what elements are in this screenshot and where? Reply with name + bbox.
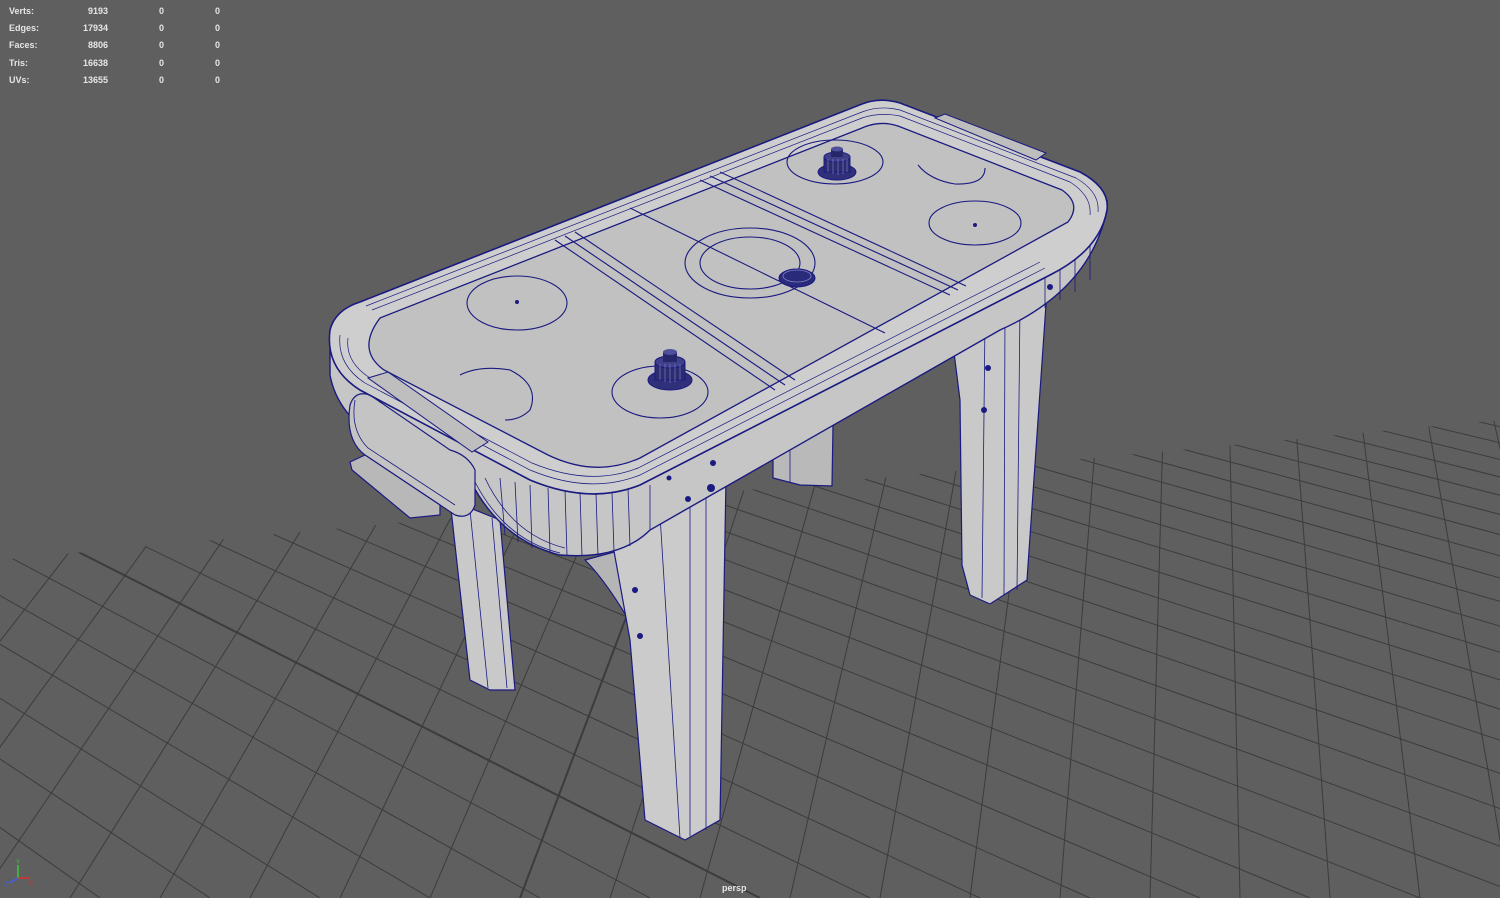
hud-label: Edges: xyxy=(9,23,40,34)
hud-row: Tris: 16638 0 0 xyxy=(9,55,220,72)
hud-row: UVs: 13655 0 0 xyxy=(9,72,220,89)
hud-value: 13655 xyxy=(82,74,108,85)
hud-value: 9193 xyxy=(87,6,108,16)
hud-row: Faces: 8806 0 0 xyxy=(9,37,220,54)
hud-value: 8806 xyxy=(87,40,108,51)
hud-row: Verts: 9193 0 0 xyxy=(9,3,220,20)
hud-label: UVs: xyxy=(9,74,30,85)
puck-icon xyxy=(778,268,816,288)
hud-label: Tris: xyxy=(9,57,29,68)
hud-value: 0 xyxy=(214,40,220,51)
hud-value: 0 xyxy=(158,57,164,68)
hud-label: Faces: xyxy=(9,40,38,51)
hud-value: 17934 xyxy=(82,23,108,34)
hud-label: Verts: xyxy=(9,6,35,16)
hud-value: 0 xyxy=(158,74,164,85)
axis-z-label: Z xyxy=(4,882,8,886)
camera-name-label: persp xyxy=(722,883,747,893)
axis-x-label: X xyxy=(29,881,33,886)
axis-gizmo-icon: Y X Z xyxy=(4,860,33,886)
poly-count-hud: Verts: 9193 0 0 Edges: 17934 0 0 Faces: 8806 0 0 Tri… xyxy=(9,3,220,89)
hud-value: 0 xyxy=(158,23,164,34)
hud-value: 0 xyxy=(214,23,220,34)
hud-row: Edges: 17934 0 0 xyxy=(9,20,220,37)
scene-render[interactable] xyxy=(0,0,1500,898)
hud-value: 0 xyxy=(158,40,164,51)
table-leg-front-left xyxy=(449,499,516,691)
perspective-viewport[interactable]: Verts: 9193 0 0 Edges: 17934 0 0 Faces: 8806 0 0 Tri… xyxy=(0,0,1500,898)
hud-value: 0 xyxy=(214,74,220,85)
hud-value: 0 xyxy=(214,6,220,16)
axis-y-label: Y xyxy=(16,860,20,866)
hud-value: 16638 xyxy=(82,57,108,68)
hud-value: 0 xyxy=(158,6,164,16)
hud-value: 0 xyxy=(214,57,220,68)
